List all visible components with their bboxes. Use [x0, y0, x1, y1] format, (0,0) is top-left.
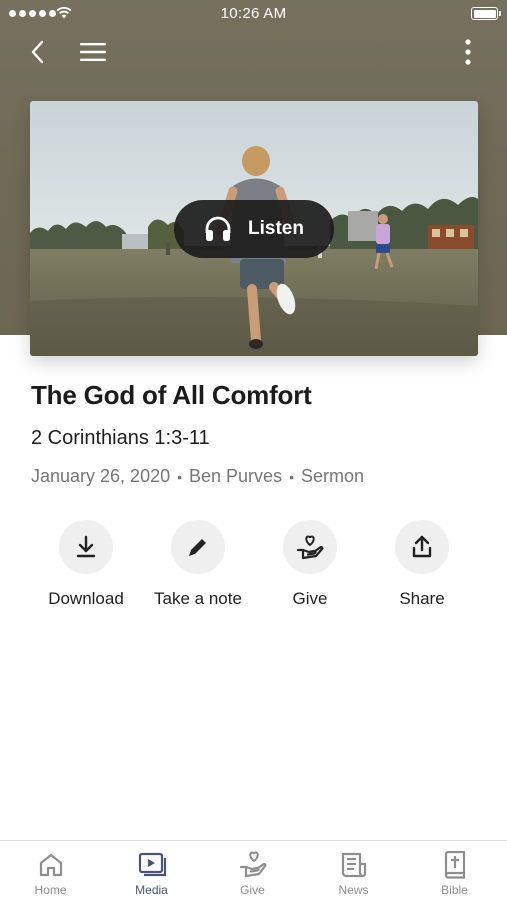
- share-label: Share: [399, 589, 445, 608]
- pencil-icon: [189, 539, 206, 556]
- share-circle: [395, 520, 449, 574]
- media-icon: [138, 852, 166, 877]
- sermon-title: The God of All Comfort: [31, 380, 312, 410]
- take-a-note-button[interactable]: Take a note: [142, 520, 254, 609]
- give-circle: [283, 520, 337, 574]
- headphones-icon: [205, 216, 231, 241]
- share-icon: [412, 535, 432, 558]
- take-a-note-label: Take a note: [154, 589, 242, 608]
- back-button[interactable]: [22, 36, 54, 68]
- give-icon: [239, 851, 266, 878]
- menu-button[interactable]: [77, 36, 109, 68]
- give-button[interactable]: Give: [254, 520, 366, 609]
- share-button[interactable]: Share: [366, 520, 478, 609]
- tab-bible-label: Bible: [441, 883, 468, 897]
- news-icon: [341, 852, 366, 878]
- tab-bible[interactable]: Bible: [404, 841, 505, 900]
- download-label: Download: [48, 589, 124, 608]
- note-circle: [171, 520, 225, 574]
- home-icon: [39, 853, 62, 877]
- tab-bar: Home Media Give News Bible: [0, 840, 507, 900]
- download-circle: [59, 520, 113, 574]
- chevron-left-icon: [31, 40, 44, 64]
- tab-home-label: Home: [34, 883, 67, 897]
- tab-media[interactable]: Media: [101, 841, 202, 900]
- navigation-bar: [0, 30, 507, 74]
- download-icon: [76, 535, 96, 558]
- tab-home[interactable]: Home: [0, 841, 101, 900]
- tab-news-label: News: [338, 883, 369, 897]
- tab-give-label: Give: [240, 883, 265, 897]
- battery-icon: [471, 7, 501, 20]
- status-bar: 10:26 AM: [0, 0, 507, 28]
- tab-give[interactable]: Give: [202, 841, 303, 900]
- hamburger-icon: [80, 43, 106, 61]
- action-row: Download Take a note Give Share: [30, 520, 478, 615]
- listen-button[interactable]: Listen: [174, 200, 334, 258]
- tab-media-label: Media: [135, 883, 168, 897]
- give-hand-heart-icon: [296, 535, 324, 560]
- download-button[interactable]: Download: [30, 520, 142, 609]
- meta-separator: •: [289, 468, 294, 485]
- sermon-speaker[interactable]: Ben Purves: [189, 466, 282, 487]
- meta-separator: •: [177, 468, 183, 485]
- listen-label: Listen: [248, 218, 304, 239]
- more-options-button[interactable]: [452, 36, 484, 68]
- give-label: Give: [292, 589, 328, 608]
- bible-icon: [444, 851, 465, 879]
- status-time: 10:26 AM: [220, 5, 287, 22]
- more-vertical-icon: [465, 39, 471, 65]
- sermon-date: January 26, 2020: [31, 466, 171, 486]
- scripture-passage: 2 Corinthians 1:3-11: [31, 427, 210, 449]
- sermon-type: Sermon: [300, 466, 365, 486]
- sermon-meta: January 26, 2020 • Ben Purves • Sermon: [31, 466, 364, 487]
- tab-news[interactable]: News: [303, 841, 404, 900]
